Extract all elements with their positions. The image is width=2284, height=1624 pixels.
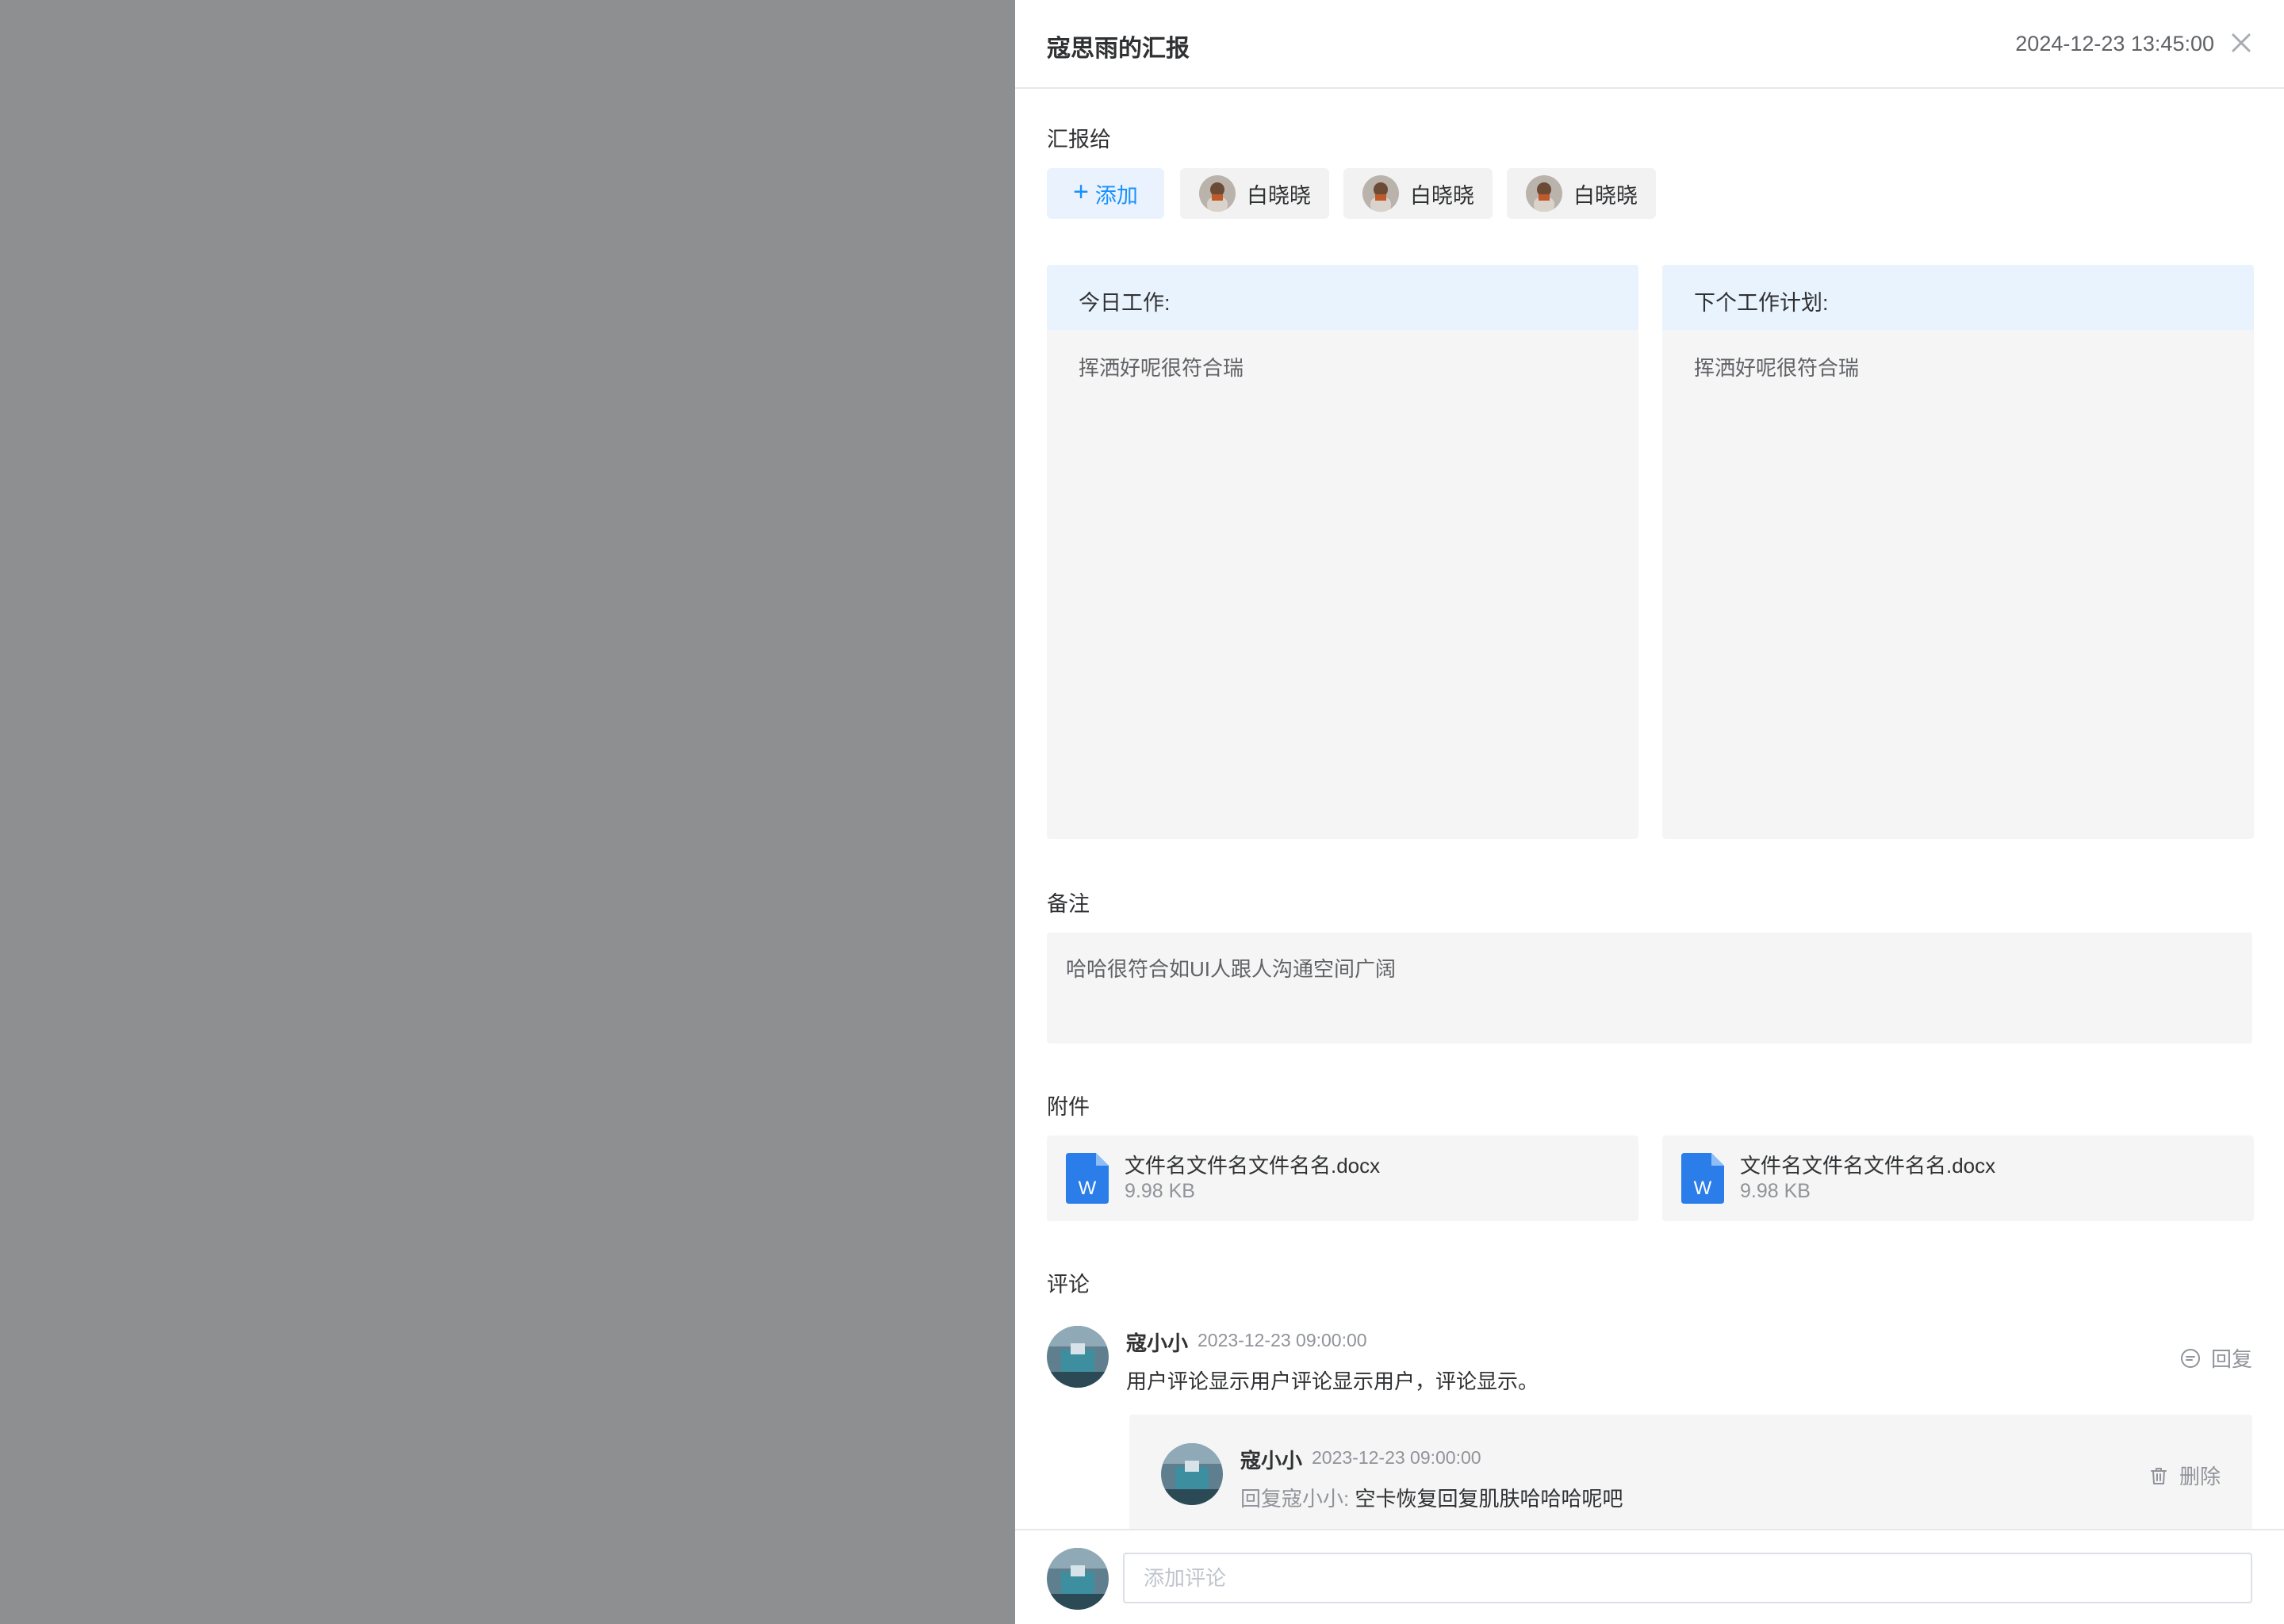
reply-time: 2023-12-23 09:00:00 (1312, 1447, 1481, 1468)
attachment-size: 9.98 KB (1125, 1180, 1195, 1202)
close-icon (2232, 33, 2251, 52)
report-time: 2024-12-23 13:45:00 (2015, 32, 2214, 56)
trash-icon (2150, 1467, 2167, 1484)
attachment-name: 文件名文件名文件名名.docx (1125, 1154, 1381, 1178)
attachment-size: 9.98 KB (1740, 1180, 1811, 1202)
avatar (1362, 175, 1399, 212)
comment-input[interactable] (1123, 1553, 2252, 1603)
next-plan-content: 挥洒好呢很符合瑞 (1694, 356, 1860, 380)
comment-footer (1015, 1529, 2284, 1624)
reply-author: 寇小小 (1240, 1449, 1303, 1473)
comment-time: 2023-12-23 09:00:00 (1198, 1330, 1367, 1350)
close-button[interactable] (2227, 29, 2255, 57)
comment-text: 用户评论显示用户评论显示用户，评论显示。 (1126, 1369, 1539, 1393)
recipient-name: 白晓晓 (1573, 183, 1638, 208)
svg-text:W: W (1694, 1178, 1712, 1199)
modal-overlay[interactable] (0, 0, 1015, 1624)
drawer-header: 寇思雨的汇报 2024-12-23 13:45:00 (1015, 0, 2284, 89)
avatar (1047, 1326, 1109, 1388)
report-detail-drawer: 寇思雨的汇报 2024-12-23 13:45:00 汇报给 + 添加 白晓晓 … (1015, 0, 2284, 1624)
reply-content: 空卡恢复回复肌肤哈哈哈呢吧 (1355, 1487, 1623, 1511)
attachment-name: 文件名文件名文件名名.docx (1740, 1154, 1996, 1178)
attachment-card[interactable]: W 文件名文件名文件名名.docx 9.98 KB (1047, 1136, 1638, 1221)
word-file-icon: W (1681, 1153, 1724, 1204)
attachments-label: 附件 (1047, 1095, 1090, 1119)
comment-icon (2180, 1348, 2200, 1368)
next-plan-title: 下个工作计划: (1662, 265, 2254, 330)
avatar (1199, 175, 1236, 212)
add-recipient-button[interactable]: + 添加 (1047, 168, 1164, 219)
remark-label: 备注 (1047, 892, 1090, 916)
recipient-chip[interactable]: 白晓晓 (1180, 168, 1329, 219)
reply-label: 回复 (2210, 1347, 2252, 1371)
delete-label: 删除 (2179, 1465, 2221, 1488)
today-work-panel: 今日工作: 挥洒好呢很符合瑞 (1047, 265, 1638, 839)
today-work-title: 今日工作: (1047, 265, 1638, 330)
reply-text: 回复寇小小: 空卡恢复回复肌肤哈哈哈呢吧 (1240, 1483, 1623, 1512)
remark-content: 哈哈很符合如UI人跟人沟通空间广阔 (1047, 933, 2252, 1044)
reply-item: 寇小小 2023-12-23 09:00:00 回复寇小小: 空卡恢复回复肌肤哈… (1129, 1415, 2252, 1534)
today-work-content: 挥洒好呢很符合瑞 (1079, 356, 1244, 380)
next-plan-panel: 下个工作计划: 挥洒好呢很符合瑞 (1662, 265, 2254, 839)
recipient-name: 白晓晓 (1410, 183, 1474, 208)
avatar (1047, 1548, 1109, 1610)
recipient-chip[interactable]: 白晓晓 (1343, 168, 1493, 219)
comments-label: 评论 (1047, 1273, 1090, 1297)
plus-icon: + (1073, 177, 1089, 207)
report-to-label: 汇报给 (1047, 128, 1111, 151)
comment-author: 寇小小 (1126, 1331, 1189, 1355)
add-recipient-label: 添加 (1094, 183, 1138, 208)
attachment-card[interactable]: W 文件名文件名文件名名.docx 9.98 KB (1662, 1136, 2254, 1221)
word-file-icon: W (1066, 1153, 1109, 1204)
avatar (1526, 175, 1562, 212)
page-title: 寇思雨的汇报 (1047, 36, 1190, 62)
avatar (1161, 1443, 1223, 1505)
recipient-chip[interactable]: 白晓晓 (1507, 168, 1656, 219)
delete-button[interactable]: 删除 (2148, 1461, 2221, 1490)
reply-prefix: 回复寇小小: (1240, 1487, 1350, 1511)
reply-button[interactable]: 回复 (2179, 1343, 2252, 1373)
svg-text:W: W (1079, 1178, 1097, 1199)
recipient-name: 白晓晓 (1247, 183, 1311, 208)
